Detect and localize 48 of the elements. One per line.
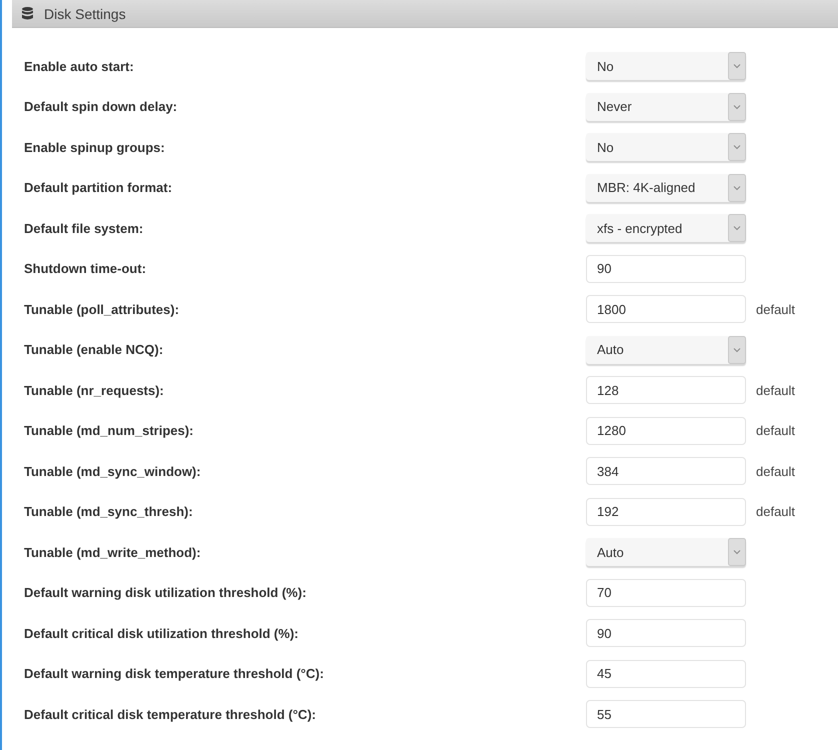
input-field[interactable]: 384 xyxy=(586,457,746,486)
dropdown[interactable]: MBR: 4K-aligned xyxy=(586,174,746,202)
input-field[interactable]: 1800 xyxy=(586,295,746,324)
setting-label: Default critical disk utilization threshold (%): xyxy=(24,626,298,641)
setting-label: Tunable (poll_attributes): xyxy=(24,302,180,317)
setting-label: Enable spinup groups: xyxy=(24,140,165,155)
setting-label: Default warning disk temperature threshold (°C): xyxy=(24,666,324,682)
setting-label: Default critical disk temperature threshold (°C): xyxy=(24,706,316,722)
chevron-down-icon xyxy=(728,174,746,202)
input-field[interactable]: 1280 xyxy=(586,416,746,445)
dropdown[interactable]: Auto xyxy=(586,538,746,566)
input-field[interactable]: 128 xyxy=(586,376,746,404)
default-note: default xyxy=(756,382,796,398)
input-field[interactable]: 90 xyxy=(586,619,746,648)
setting-label: Tunable (md_num_stripes): xyxy=(24,423,194,438)
setting-label: Default spin down delay: xyxy=(24,99,178,114)
setting-label: Tunable (enable NCQ): xyxy=(24,342,164,358)
database-icon xyxy=(22,7,33,20)
setting-label: Tunable (md_sync_thresh): xyxy=(24,504,193,520)
setting-label: Default warning disk utilization threshold (%): xyxy=(24,585,306,600)
dropdown[interactable]: Never xyxy=(586,92,746,121)
input-field[interactable]: 55 xyxy=(586,700,746,728)
chevron-down-icon xyxy=(728,133,746,162)
chevron-down-icon xyxy=(728,538,746,566)
panel-title: Disk Settings xyxy=(44,6,126,22)
setting-label: Tunable (md_sync_window): xyxy=(24,464,201,479)
dropdown[interactable]: No xyxy=(586,133,746,162)
default-note: default xyxy=(756,504,796,520)
chevron-down-icon xyxy=(728,92,746,121)
setting-label: Default file system: xyxy=(24,220,144,236)
dropdown[interactable]: Auto xyxy=(586,336,746,364)
setting-label: Tunable (md_write_method): xyxy=(24,544,201,560)
setting-label: Shutdown time-out: xyxy=(24,261,146,276)
input-field[interactable]: 70 xyxy=(586,578,746,607)
default-note: default xyxy=(756,302,796,317)
default-note: default xyxy=(756,464,796,479)
setting-label: Default partition format: xyxy=(24,180,172,196)
input-field[interactable]: 45 xyxy=(586,660,746,688)
dropdown[interactable]: xfs - encrypted xyxy=(586,214,746,242)
dropdown[interactable]: No xyxy=(586,52,746,80)
input-field[interactable]: 90 xyxy=(586,254,746,283)
default-note: default xyxy=(756,423,796,438)
setting-label: Tunable (nr_requests): xyxy=(24,382,164,398)
chevron-down-icon xyxy=(728,52,746,80)
chevron-down-icon xyxy=(728,336,746,364)
chevron-down-icon xyxy=(728,214,746,242)
input-field[interactable]: 192 xyxy=(586,498,746,526)
setting-label: Enable auto start: xyxy=(24,58,134,74)
